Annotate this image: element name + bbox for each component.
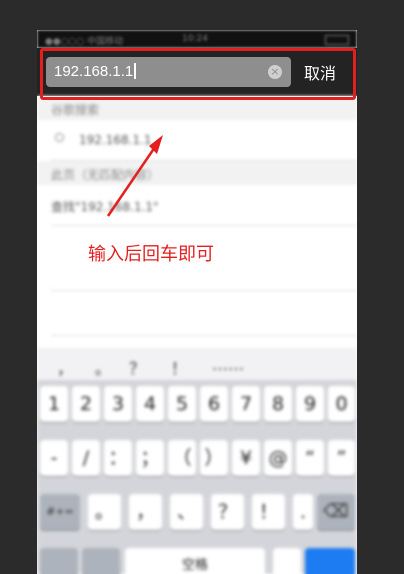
annotation-arrow-icon bbox=[106, 135, 163, 217]
annotation-text: 输入后回车即可 bbox=[88, 244, 214, 265]
